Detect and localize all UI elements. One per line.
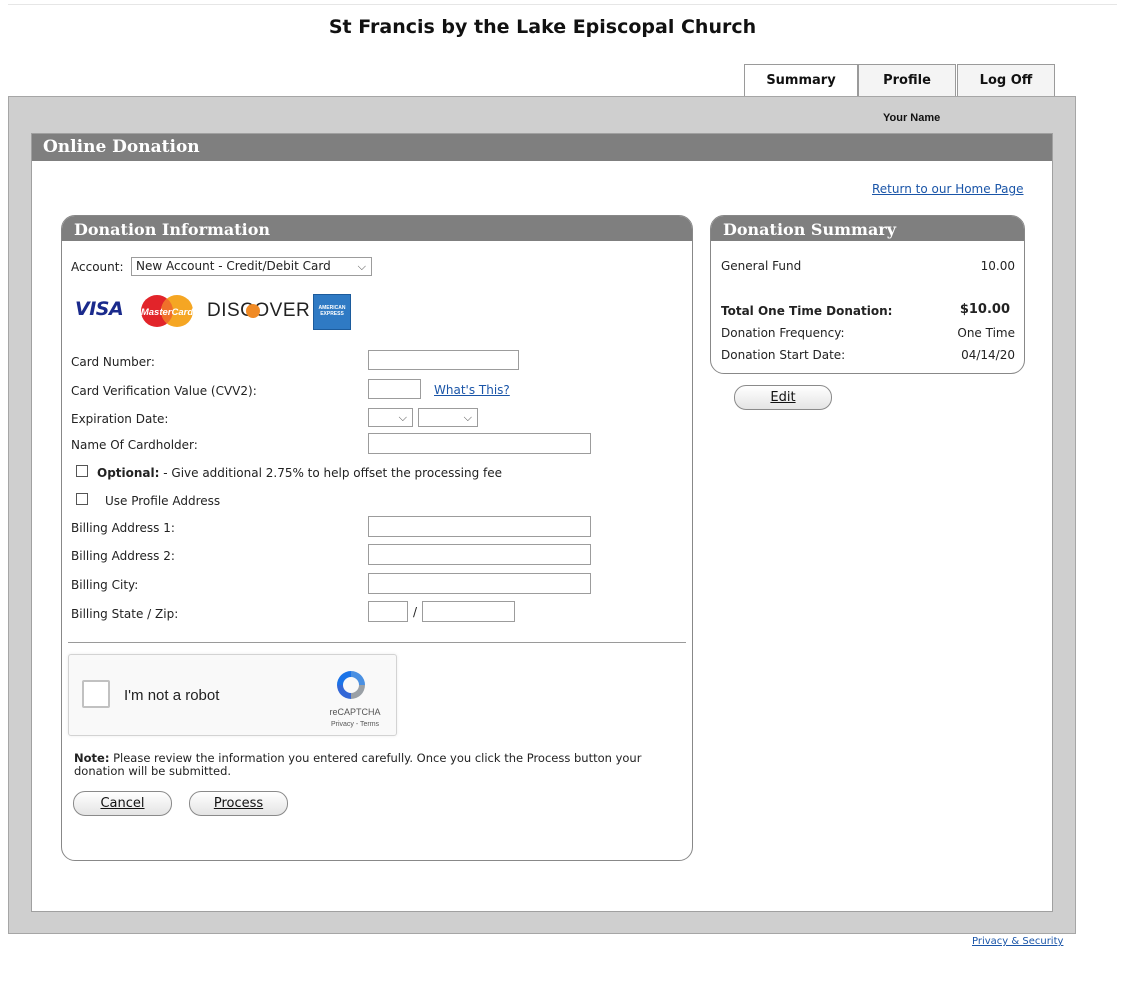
use-profile-address-checkbox[interactable]	[76, 493, 88, 505]
expiration-month-select[interactable]: ⌵	[368, 408, 413, 427]
tab-log-off[interactable]: Log Off	[957, 64, 1055, 97]
process-button[interactable]: Process	[189, 791, 288, 816]
amex-logo: AMERICAN EXPRESS	[313, 294, 351, 330]
chevron-down-icon: ⌵	[357, 260, 366, 273]
total-value: $10.00	[959, 302, 1010, 317]
cvv-field[interactable]	[368, 379, 421, 399]
page-heading: Online Donation	[32, 134, 1052, 161]
recaptcha-brand: reCAPTCHA	[329, 707, 381, 717]
privacy-security-link[interactable]: Privacy & Security	[972, 936, 1063, 947]
total-label: Total One Time Donation:	[721, 304, 893, 318]
billing-address1-field[interactable]	[368, 516, 591, 537]
top-border	[8, 4, 1117, 5]
optional-text: - Give additional 2.75% to help offset t…	[159, 466, 503, 480]
edit-label: Edit	[770, 390, 796, 405]
visa-logo: VISA	[75, 298, 124, 320]
billing-address1-label: Billing Address 1:	[71, 521, 175, 535]
cancel-button[interactable]: Cancel	[73, 791, 172, 816]
user-name: Your Name	[883, 112, 941, 124]
optional-fee-checkbox[interactable]	[76, 465, 88, 477]
card-number-label: Card Number:	[71, 355, 155, 369]
cvv-label: Card Verification Value (CVV2):	[71, 384, 257, 398]
mastercard-logo: MasterCard	[139, 294, 195, 328]
fund-label: General Fund	[721, 259, 802, 273]
expiration-label: Expiration Date:	[71, 412, 169, 426]
chevron-down-icon: ⌵	[463, 411, 472, 424]
frequency-value: One Time	[957, 326, 1015, 340]
note-bold: Note:	[74, 751, 110, 765]
recaptcha-label: I'm not a robot	[124, 687, 220, 704]
donation-summary-heading: Donation Summary	[711, 216, 1024, 241]
optional-bold: Optional:	[97, 466, 160, 480]
site-title: St Francis by the Lake Episcopal Church	[328, 16, 757, 38]
billing-city-label: Billing City:	[71, 578, 139, 592]
whats-this-link[interactable]: What's This?	[434, 383, 510, 397]
tab-profile[interactable]: Profile	[858, 64, 956, 97]
edit-button[interactable]: Edit	[734, 385, 832, 410]
recaptcha-widget: I'm not a robot reCAPTCHA Privacy - Term…	[68, 654, 397, 736]
process-label: Process	[213, 796, 264, 811]
note-text: Please review the information you entere…	[74, 751, 642, 778]
billing-city-field[interactable]	[368, 573, 591, 594]
recaptcha-icon	[333, 667, 369, 703]
recaptcha-links[interactable]: Privacy - Terms	[319, 721, 391, 728]
fund-value: 10.00	[980, 259, 1015, 273]
recaptcha-checkbox[interactable]	[82, 680, 110, 708]
account-label: Account:	[71, 260, 124, 274]
frequency-label: Donation Frequency:	[721, 326, 845, 340]
start-date-label: Donation Start Date:	[721, 348, 846, 362]
card-number-field[interactable]	[368, 350, 519, 370]
account-select-value: New Account - Credit/Debit Card	[136, 259, 331, 273]
cardholder-field[interactable]	[368, 433, 591, 454]
expiration-year-select[interactable]: ⌵	[418, 408, 478, 427]
svg-text:MasterCard: MasterCard	[141, 307, 193, 318]
cardholder-label: Name Of Cardholder:	[71, 438, 198, 452]
billing-address2-label: Billing Address 2:	[71, 549, 175, 563]
discover-dot	[246, 304, 260, 318]
review-note: Note: Please review the information you …	[74, 752, 684, 778]
billing-zip-field[interactable]	[422, 601, 515, 622]
billing-state-zip-label: Billing State / Zip:	[71, 607, 179, 621]
home-page-link[interactable]: Return to our Home Page	[872, 182, 1024, 196]
tab-summary[interactable]: Summary	[744, 64, 858, 98]
start-date-value: 04/14/20	[961, 348, 1015, 362]
donation-info-heading: Donation Information	[62, 216, 692, 241]
cancel-label: Cancel	[100, 796, 145, 811]
account-select[interactable]: New Account - Credit/Debit Card ⌵	[131, 257, 372, 276]
billing-address2-field[interactable]	[368, 544, 591, 565]
form-divider	[68, 642, 686, 643]
optional-fee-label: Optional: - Give additional 2.75% to hel…	[97, 466, 502, 480]
chevron-down-icon: ⌵	[398, 411, 407, 424]
billing-state-field[interactable]	[368, 601, 408, 622]
state-zip-separator: /	[413, 605, 418, 619]
use-profile-address-label: Use Profile Address	[105, 494, 221, 508]
